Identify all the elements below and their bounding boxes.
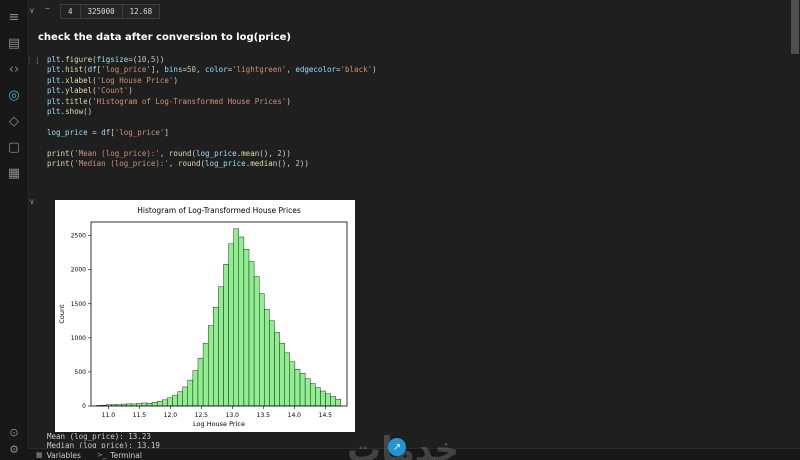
- mean-output-line: Mean (log_price): 13.23: [47, 432, 151, 441]
- variables-tab-label: Variables: [46, 450, 81, 460]
- svg-text:0: 0: [82, 403, 86, 410]
- svg-text:11.5: 11.5: [133, 412, 147, 419]
- code-line[interactable]: plt.ylabel('Count'): [47, 86, 377, 96]
- svg-text:2000: 2000: [71, 267, 86, 274]
- code-line[interactable]: plt.show(): [47, 107, 377, 117]
- table-icon[interactable]: ▦: [0, 160, 28, 186]
- preview-cell: 12.68: [122, 4, 161, 19]
- terminal-tab[interactable]: >_ Terminal: [97, 451, 142, 460]
- markdown-cell-text: check the data after conversion to log(p…: [38, 32, 291, 43]
- svg-text:Log House Price: Log House Price: [193, 420, 245, 428]
- dataframe-preview-row: 4 325000 12.68: [60, 4, 161, 19]
- collapse-output-button[interactable]: –: [45, 3, 50, 14]
- preview-cell: 4: [60, 4, 81, 19]
- variables-tab[interactable]: ▦ Variables: [36, 451, 81, 460]
- svg-text:12.0: 12.0: [164, 412, 178, 419]
- collapse-cell-chevron-icon[interactable]: ∨: [29, 6, 35, 15]
- svg-text:1500: 1500: [71, 301, 86, 308]
- code-line[interactable]: plt.figure(figsize=(10,5)): [47, 55, 377, 65]
- code-line[interactable]: plt.title('Histogram of Log-Transformed …: [47, 97, 377, 107]
- code-line[interactable]: [47, 138, 377, 148]
- code-lines[interactable]: plt.figure(figsize=(10,5)) plt.hist(df['l…: [47, 55, 377, 169]
- svg-text:13.5: 13.5: [257, 412, 271, 419]
- tests-icon[interactable]: ◇: [0, 108, 28, 134]
- code-line[interactable]: log_price = df['log_price']: [47, 128, 377, 138]
- histogram-svg: 11.0 11.5 12.0 12.5 13.0 13.5 14.0 14.5 0 500 1000…: [55, 200, 355, 432]
- svg-text:1000: 1000: [71, 335, 86, 342]
- notebook-icon[interactable]: ▤: [0, 30, 28, 56]
- activity-bar-top: ≡ ▤ ‹› ◎ ◇ ▢ ▦: [0, 4, 28, 186]
- svg-text:11.0: 11.0: [102, 412, 116, 419]
- svg-text:2500: 2500: [71, 233, 86, 240]
- code-line[interactable]: print('Mean (log_price):', round(log_pri…: [47, 149, 377, 159]
- code-line[interactable]: print('Median (log_price):', round(log_p…: [47, 159, 377, 169]
- svg-text:12.5: 12.5: [195, 412, 209, 419]
- folder-icon[interactable]: ▢: [0, 134, 28, 160]
- svg-text:Histogram of Log-Transformed H: Histogram of Log-Transformed House Price…: [137, 206, 301, 215]
- activity-bar-bottom: ⊙ ⚙: [0, 424, 28, 458]
- svg-text:Count: Count: [58, 304, 66, 324]
- settings-icon[interactable]: ⚙: [0, 441, 28, 458]
- code-line[interactable]: plt.hist(df['log_price'], bins=50, color…: [47, 65, 377, 75]
- code-line[interactable]: plt.xlabel('Log House Price'): [47, 76, 377, 86]
- chart-output-image: 11.0 11.5 12.0 12.5 13.0 13.5 14.0 14.5 0 500 1000…: [55, 200, 355, 432]
- svg-text:14.0: 14.0: [288, 412, 302, 419]
- svg-text:500: 500: [75, 369, 87, 376]
- preview-cell: 325000: [80, 4, 123, 19]
- account-icon[interactable]: ⊙: [0, 424, 28, 441]
- svg-text:13.0: 13.0: [226, 412, 240, 419]
- svg-text:14.5: 14.5: [319, 412, 333, 419]
- notebook-window: ≡ ▤ ‹› ◎ ◇ ▢ ▦ ⊙ ⚙ ∨ – 4 325000 12.68 check the d…: [0, 0, 800, 460]
- debug-icon[interactable]: ◎: [0, 82, 28, 108]
- activity-bar: ≡ ▤ ‹› ◎ ◇ ▢ ▦ ⊙ ⚙: [0, 0, 29, 460]
- menu-icon[interactable]: ≡: [0, 4, 28, 30]
- code-icon[interactable]: ‹›: [0, 56, 28, 82]
- terminal-tab-icon: >_: [96, 451, 107, 459]
- terminal-tab-label: Terminal: [110, 450, 142, 460]
- scrollbar-thumb[interactable]: [791, 0, 799, 54]
- variables-tab-icon: ▦: [36, 451, 43, 459]
- collapse-output-chevron-icon[interactable]: ∨: [29, 197, 35, 206]
- panel-bar: ▦ Variables >_ Terminal: [28, 448, 800, 460]
- code-line[interactable]: [47, 117, 377, 127]
